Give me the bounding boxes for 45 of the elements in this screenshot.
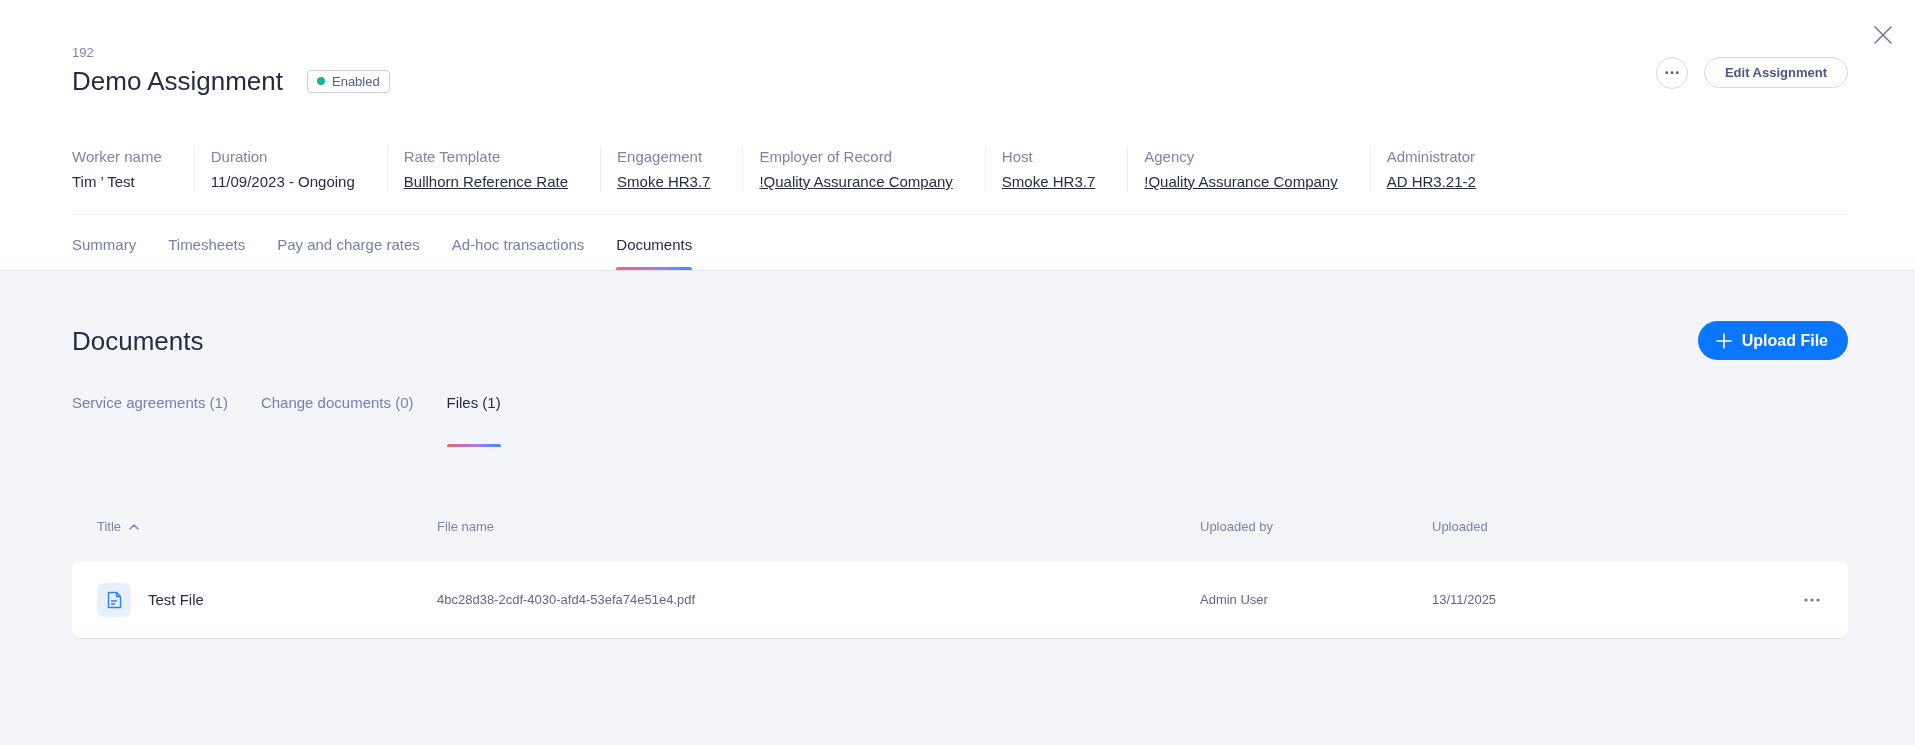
column-header[interactable]: File name (437, 519, 495, 535)
close-icon (1874, 26, 1892, 44)
column-header[interactable]: Uploaded (1432, 519, 1488, 535)
table-cell: Test File (148, 589, 204, 610)
detail-label: Host (1001, 147, 1033, 167)
document-icon (97, 582, 131, 617)
ellipsis-icon (1664, 70, 1679, 75)
detail-link[interactable]: Smoke HR3.7 (617, 172, 711, 192)
detail-value: 11/09/2023 - Ongoing (210, 172, 355, 192)
table-cell: 13/11/2025 (1432, 590, 1497, 609)
detail-link[interactable]: !Quality Assurance Company (759, 172, 953, 192)
page-title: Demo Assignment (72, 65, 283, 98)
record-id: 192 (72, 45, 94, 61)
detail-link[interactable]: Smoke HR3.7 (1001, 172, 1096, 192)
tab[interactable]: Summary (72, 215, 137, 270)
detail-label: Administrator (1386, 147, 1476, 167)
column-header[interactable]: Title (97, 519, 140, 535)
plus-icon (1715, 332, 1732, 349)
detail-value: Tim ’ Test (72, 172, 135, 192)
upload-button[interactable]: Upload File (1697, 321, 1848, 360)
column-header[interactable]: Uploaded by (1200, 519, 1273, 535)
detail-label: Employer of Record (759, 147, 892, 167)
detail-link[interactable]: Bullhorn Reference Rate (403, 172, 569, 192)
detail-label: Agency (1144, 147, 1195, 167)
detail-label: Engagement (617, 147, 703, 167)
table-cell: 4bc28d38-2cdf-4030-afd4-53efa74e51e4.pdf (437, 590, 696, 609)
sub-tab[interactable]: Change documents (0) (260, 393, 414, 447)
more-button[interactable] (1804, 597, 1820, 602)
section-title: Documents (72, 324, 204, 357)
tab[interactable]: Pay and charge rates (277, 215, 420, 270)
close-button[interactable] (1874, 26, 1892, 44)
detail-link[interactable]: AD HR3.21-2 (1386, 172, 1476, 192)
sub-tab[interactable]: Files (1) (446, 393, 501, 447)
ellipsis-icon (1804, 597, 1820, 602)
detail-label: Worker name (72, 147, 162, 167)
sub-tab[interactable]: Service agreements (1) (72, 393, 228, 447)
table-cell: Admin User (1200, 590, 1268, 609)
tab[interactable]: Documents (616, 215, 693, 270)
tab[interactable]: Timesheets (168, 215, 246, 270)
detail-link[interactable]: !Quality Assurance Company (1144, 172, 1338, 192)
status-label: Enabled (332, 73, 380, 89)
detail-label: Duration (210, 147, 268, 167)
edit-button[interactable]: Edit Assignment (1703, 57, 1848, 88)
tab[interactable]: Ad-hoc transactions (451, 215, 585, 270)
detail-label: Rate Template (403, 147, 501, 167)
